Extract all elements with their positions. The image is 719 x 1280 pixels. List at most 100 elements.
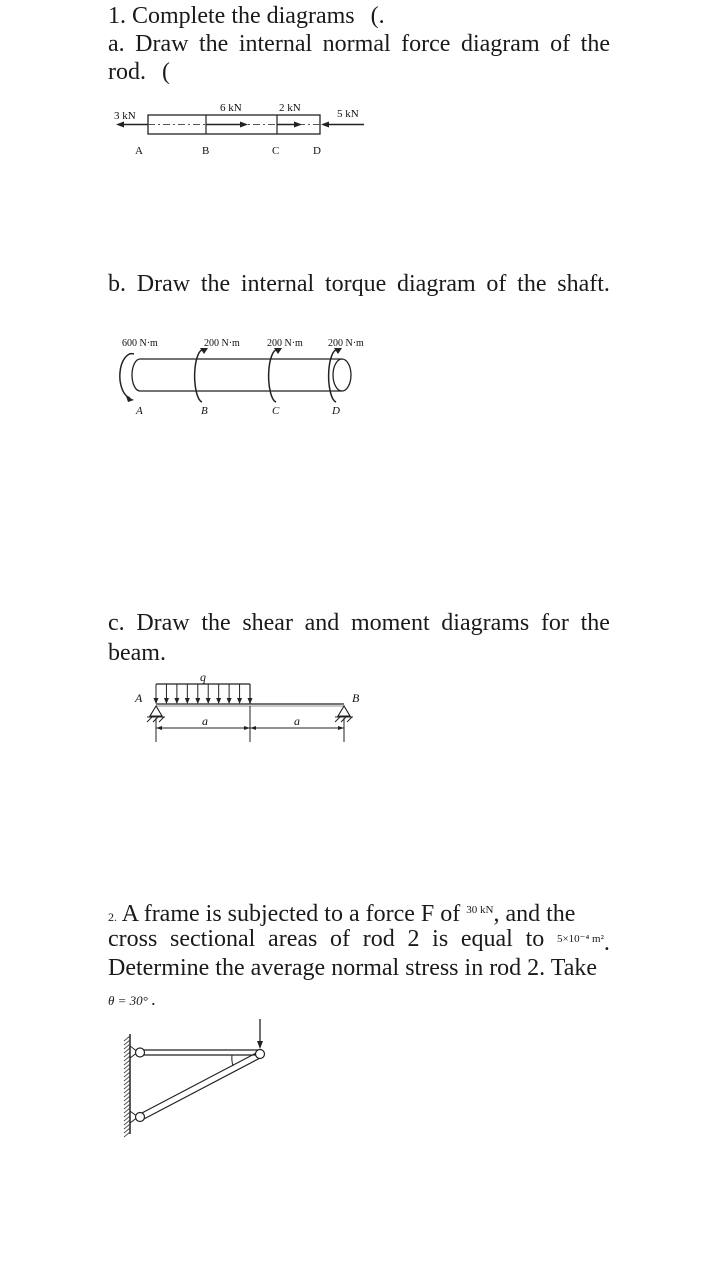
point-label-b: B: [202, 145, 209, 157]
point-label-a: A: [135, 145, 143, 157]
word: the: [199, 31, 229, 57]
word: sectional: [170, 926, 256, 952]
heading-artifact: (.: [370, 3, 385, 29]
point-label-b: B: [201, 405, 208, 417]
force-arrow-left: [116, 121, 148, 128]
word: cross: [108, 926, 158, 952]
point-label-c: C: [272, 145, 279, 157]
word: diagram: [460, 31, 540, 57]
area-value: 5×10⁻⁴ m²: [556, 933, 604, 945]
force-label-left: 3 kN: [114, 110, 136, 122]
load-arrowhead: [226, 698, 232, 704]
part-b-line-1: b. Draw the internal torque diagram of the shaft…: [108, 270, 610, 298]
word: the: [200, 271, 231, 297]
force-arrow-right: [321, 121, 364, 128]
word: normal: [322, 31, 391, 57]
area-value-group: 5×10⁻⁴ m².: [557, 925, 610, 957]
word: diagrams: [441, 610, 530, 636]
word: is: [432, 926, 449, 952]
force-arrow-c: [277, 121, 302, 128]
torque-arrow-d: [327, 348, 342, 403]
word: the: [580, 31, 610, 57]
word: force: [401, 31, 451, 57]
pin-right: [254, 1048, 266, 1060]
word: rod: [362, 926, 395, 952]
word: equal: [460, 926, 513, 952]
area-end: .: [603, 930, 610, 956]
support-label-b: B: [352, 691, 360, 705]
word: Draw: [136, 271, 191, 297]
force-label-right: 5 kN: [337, 108, 359, 120]
point-label-a: A: [135, 405, 143, 417]
torque-arrow-c: [267, 348, 282, 403]
point-label-d: D: [331, 405, 340, 417]
word: the: [580, 610, 610, 636]
word: of: [330, 926, 351, 952]
part-c-line2-text: beam.: [108, 640, 166, 666]
load-arrowhead: [216, 698, 222, 704]
question-2-number: 2.: [108, 910, 117, 924]
word: shaft.: [557, 271, 610, 297]
word: the: [517, 271, 547, 297]
force-label-c: 2 kN: [279, 102, 301, 114]
point-label-c: C: [272, 405, 280, 417]
q2-line1-end: , and the: [493, 901, 576, 927]
force-label-b: 6 kN: [220, 102, 242, 114]
word: moment: [350, 610, 430, 636]
rod-2-bottom: [141, 1056, 263, 1121]
span-label-right: a: [294, 714, 300, 728]
word: 2: [407, 926, 420, 952]
rod-axial-force-diagram: 3 kN 6 kN 2 kN 5 kN A B C D: [114, 102, 364, 157]
word: and: [304, 610, 340, 636]
rod-2-top: [139, 1050, 261, 1115]
word: a.: [108, 31, 125, 57]
word: of: [486, 271, 507, 297]
word: the: [201, 610, 231, 636]
frame-diagram: [123, 1019, 266, 1138]
q2-line3-text: Determine the average normal stress in r…: [108, 955, 598, 981]
torque-label-d: 200 N·m: [328, 338, 364, 349]
question-1-heading: 1. Complete the diagrams (.: [108, 2, 385, 30]
load-arrowhead: [184, 698, 190, 704]
span-label-left: a: [202, 714, 208, 728]
torque-label-a: 600 N·m: [122, 338, 158, 349]
heading-text: 1. Complete the diagrams: [108, 3, 355, 29]
beam-shear-moment-diagram: q A B a a: [134, 670, 360, 742]
distributed-load-arrows: [153, 684, 253, 704]
angle-theta-arc: [231, 1054, 234, 1067]
part-a-line2-text: rod.: [108, 59, 146, 85]
part-c-line-2: beam.: [108, 639, 166, 667]
word: Draw: [135, 31, 189, 57]
pin-top-left: [134, 1047, 146, 1058]
pin-bottom-left: [134, 1111, 146, 1123]
torque-label-c: 200 N·m: [267, 338, 303, 349]
question-2-line-3: Determine the average normal stress in r…: [108, 954, 597, 982]
shaft-torque-diagram: 600 N·m 200 N·m 200 N·m 200 N·m A B C D: [119, 338, 364, 417]
word: torque: [324, 271, 387, 297]
point-label-d: D: [313, 145, 321, 157]
force-arrow-b: [206, 121, 248, 128]
load-arrowhead: [163, 698, 169, 704]
word: diagram: [397, 271, 476, 297]
force-value: 30 kN: [466, 904, 494, 916]
part-a-line-2: rod. (: [108, 58, 170, 86]
wall-hatching: [123, 1035, 131, 1138]
part-c-line-1: c. Draw the shear and moment diagrams for the: [108, 609, 610, 637]
word: internal: [240, 271, 315, 297]
load-arrowhead: [174, 698, 180, 704]
part-a-line-1: a. Draw the internal normal force diagram of the: [108, 30, 610, 58]
word: areas: [268, 926, 318, 952]
load-arrowhead: [205, 698, 211, 704]
word: shear: [242, 610, 293, 636]
word: internal: [238, 31, 313, 57]
force-f-arrow: [257, 1019, 263, 1049]
question-2-line-2: cross sectional areas of rod 2 is equal to 5×10⁻⁴…: [108, 925, 610, 957]
word: b.: [108, 271, 126, 297]
torque-label-b: 200 N·m: [204, 338, 240, 349]
word: to: [525, 926, 545, 952]
load-arrowhead: [153, 698, 159, 704]
shaft-right-end: [332, 358, 352, 392]
torque-arrow-b: [193, 348, 208, 403]
load-arrowhead: [237, 698, 243, 704]
q2-line1-text: A frame is subjected to a force F of: [121, 901, 461, 927]
